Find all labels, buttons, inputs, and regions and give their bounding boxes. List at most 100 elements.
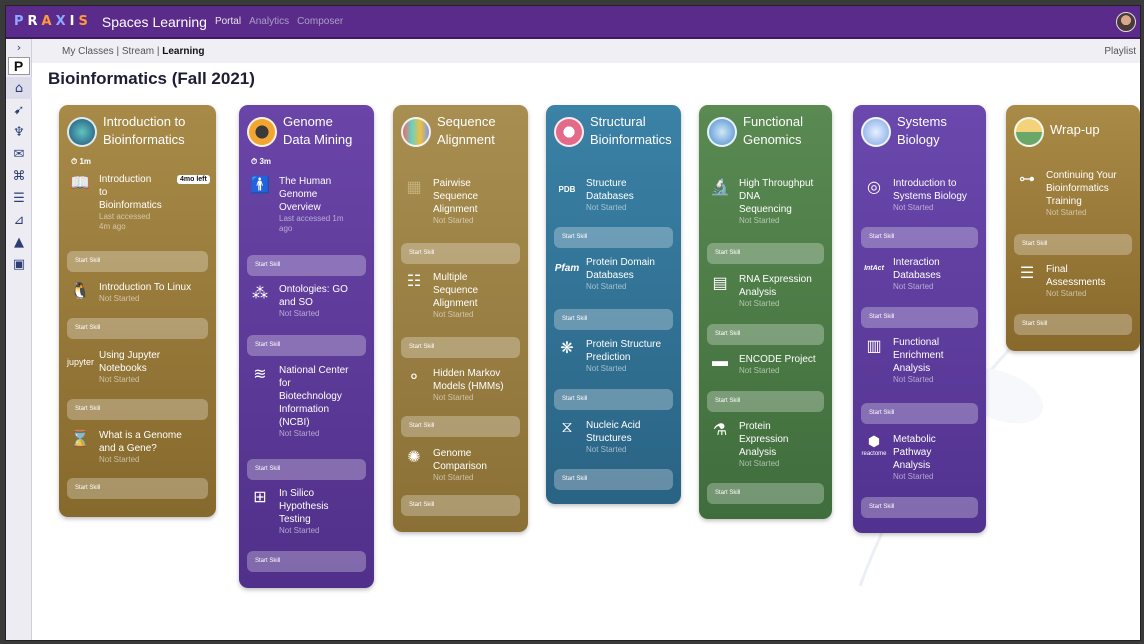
list-icon[interactable]: ☰ — [6, 187, 32, 209]
start-skill-button[interactable]: Start Skill — [707, 324, 824, 345]
start-skill-button[interactable]: Start Skill — [67, 478, 208, 499]
start-skill-button[interactable]: Start Skill — [861, 497, 978, 518]
start-skill-button[interactable]: Start Skill — [247, 459, 366, 480]
skill-item[interactable]: ▤ RNA Expression Analysis Not Started — [707, 273, 824, 309]
skill-item[interactable]: ≋ National Center for Biotechnology Info… — [247, 364, 366, 439]
start-skill-button[interactable]: Start Skill — [247, 255, 366, 276]
nav-portal-link[interactable]: Portal — [215, 16, 241, 27]
start-skill-button[interactable]: Start Skill — [401, 337, 520, 358]
skill-item[interactable]: PDB Structure Databases Not Started — [554, 177, 673, 213]
skill-title: Bioinformatics — [1046, 183, 1109, 194]
start-skill-button[interactable]: Start Skill — [554, 469, 673, 490]
module-card-genome: Genome Data Mining ⏱ 3m 🚹 The Human Geno… — [239, 105, 374, 588]
trophy-icon[interactable]: ♆ — [6, 121, 32, 143]
skill-status: Last accessed 1m — [279, 214, 344, 223]
skill-status: Last accessed — [99, 212, 151, 221]
breadcrumb-learning[interactable]: Learning — [162, 46, 204, 57]
skill-item[interactable]: ⚬ Hidden Markov Models (HMMs) Not Starte… — [401, 367, 520, 403]
skill-item[interactable]: ☰ Final Assessments Not Started — [1014, 263, 1132, 299]
skill-title: Introduction To Linux — [99, 282, 192, 293]
start-skill-button[interactable]: Start Skill — [67, 318, 208, 339]
start-skill-button[interactable]: Start Skill — [67, 251, 208, 272]
start-skill-button[interactable]: Start Skill — [861, 403, 978, 424]
home-icon[interactable]: ⌂ — [6, 77, 32, 99]
skill-title: Comparison — [433, 461, 487, 472]
skill-item[interactable]: jupyter Using Jupyter Notebooks Not Star… — [67, 349, 208, 385]
skill-item[interactable]: ▦ Pairwise Sequence Alignment Not Starte… — [401, 177, 520, 226]
start-skill-button[interactable]: Start Skill — [401, 416, 520, 437]
ontology-graph-icon: ⁂ — [252, 285, 268, 302]
card-title: Sequence — [437, 114, 496, 129]
start-skill-button[interactable]: Start Skill — [247, 335, 366, 356]
card-header[interactable]: Sequence Alignment — [401, 113, 520, 153]
praxis-p-icon[interactable]: P — [7, 57, 30, 75]
breadcrumb-stream[interactable]: Stream — [122, 46, 154, 57]
card-header[interactable]: Structural Bioinformatics — [554, 113, 673, 153]
card-header[interactable]: Functional Genomics — [707, 113, 824, 153]
user-avatar[interactable] — [1116, 12, 1136, 32]
start-skill-button[interactable]: Start Skill — [707, 243, 824, 264]
screen-icon[interactable]: ▣ — [6, 253, 32, 275]
skill-title: Overview — [279, 202, 321, 213]
skill-item[interactable]: 🔬 High Throughput DNA Sequencing Not Sta… — [707, 177, 824, 226]
start-skill-button[interactable]: Start Skill — [67, 399, 208, 420]
card-title: Introduction to — [103, 114, 186, 129]
skill-item[interactable]: ⁂ Ontologies: GO and SO Not Started — [247, 283, 366, 319]
skill-status: Not Started — [893, 282, 934, 291]
start-skill-button[interactable]: Start Skill — [707, 391, 824, 412]
graduation-cap-icon[interactable]: ▲ — [6, 231, 32, 253]
brand-logo[interactable]: PRAXIS — [14, 14, 88, 29]
card-header[interactable]: Wrap-up — [1014, 113, 1132, 153]
skill-item[interactable]: 🐧 Introduction To Linux Not Started — [67, 281, 208, 304]
skill-item[interactable]: ⊶ Continuing Your Bioinformatics Trainin… — [1014, 169, 1132, 218]
skill-item[interactable]: ⚗ Protein Expression Analysis Not Starte… — [707, 420, 824, 469]
skill-item[interactable]: 🚹 The Human Genome Overview Last accesse… — [247, 175, 366, 234]
skill-item[interactable]: ▥ Functional Enrichment Analysis Not Sta… — [861, 336, 978, 385]
skill-item[interactable]: ⊞ In Silico Hypothesis Testing Not Start… — [247, 487, 366, 536]
skill-item[interactable]: Pfam Protein Domain Databases Not Starte… — [554, 256, 673, 292]
checklist-icon: ☰ — [1019, 265, 1035, 282]
skill-item[interactable]: ✺ Genome Comparison Not Started — [401, 447, 520, 483]
skill-item[interactable]: ❋ Protein Structure Prediction Not Start… — [554, 338, 673, 374]
card-title: Data Mining — [283, 132, 353, 147]
start-skill-button[interactable]: Start Skill — [1014, 234, 1132, 255]
chart-icon[interactable]: ⊿ — [6, 209, 32, 231]
playlist-link[interactable]: Playlist — [1104, 46, 1136, 57]
skill-status: Not Started — [99, 294, 140, 303]
skill-title: The Human — [279, 176, 332, 187]
start-skill-button[interactable]: Start Skill — [247, 551, 366, 572]
skill-item[interactable]: ⌛ What is a Genome and a Gene? Not Start… — [67, 429, 208, 465]
card-header[interactable]: Systems Biology — [861, 113, 978, 153]
skill-item[interactable]: ⬢ reactome Metabolic Pathway Analysis Not… — [861, 433, 978, 482]
breadcrumb-my-classes[interactable]: My Classes — [62, 46, 114, 57]
skill-title: Pairwise — [433, 178, 471, 189]
start-skill-button[interactable]: Start Skill — [707, 483, 824, 504]
start-skill-button[interactable]: Start Skill — [1014, 314, 1132, 335]
rocket-icon[interactable]: ➹ — [6, 99, 32, 121]
start-skill-button[interactable]: Start Skill — [554, 227, 673, 248]
skill-item[interactable]: ▬ ENCODE Project Not Started — [707, 353, 824, 376]
start-skill-button[interactable]: Start Skill — [554, 309, 673, 330]
start-skill-button[interactable]: Start Skill — [861, 307, 978, 328]
start-skill-button[interactable]: Start Skill — [401, 243, 520, 264]
start-skill-button[interactable]: Start Skill — [401, 495, 520, 516]
card-title: Bioinformatics — [103, 132, 185, 147]
card-title: Alignment — [437, 132, 495, 147]
nav-analytics-link[interactable]: Analytics — [249, 16, 289, 27]
skill-item[interactable]: IntAct Interaction Databases Not Started — [861, 256, 978, 292]
skill-item[interactable]: ◎ Introduction to Systems Biology Not St… — [861, 177, 978, 213]
nav-composer-link[interactable]: Composer — [297, 16, 343, 27]
start-skill-button[interactable]: Start Skill — [861, 227, 978, 248]
expand-chevron-icon[interactable]: › — [6, 39, 32, 55]
skill-status: Not Started — [279, 526, 320, 535]
network-icon[interactable]: ⌘ — [6, 165, 32, 187]
module-card-systems: Systems Biology ◎ Introduction to System… — [853, 105, 986, 533]
start-skill-button[interactable]: Start Skill — [554, 389, 673, 410]
skill-item[interactable]: ⧖ Nucleic Acid Structures Not Started — [554, 419, 673, 455]
duration-label: ⏱ 3m — [251, 157, 272, 166]
intact-logo-icon: IntAct — [864, 265, 884, 272]
card-header[interactable]: Genome Data Mining — [247, 113, 366, 153]
skill-item[interactable]: ☷ Multiple Sequence Alignment Not Starte… — [401, 271, 520, 320]
mail-icon[interactable]: ✉ — [6, 143, 32, 165]
card-header[interactable]: Introduction to Bioinformatics — [67, 113, 208, 153]
